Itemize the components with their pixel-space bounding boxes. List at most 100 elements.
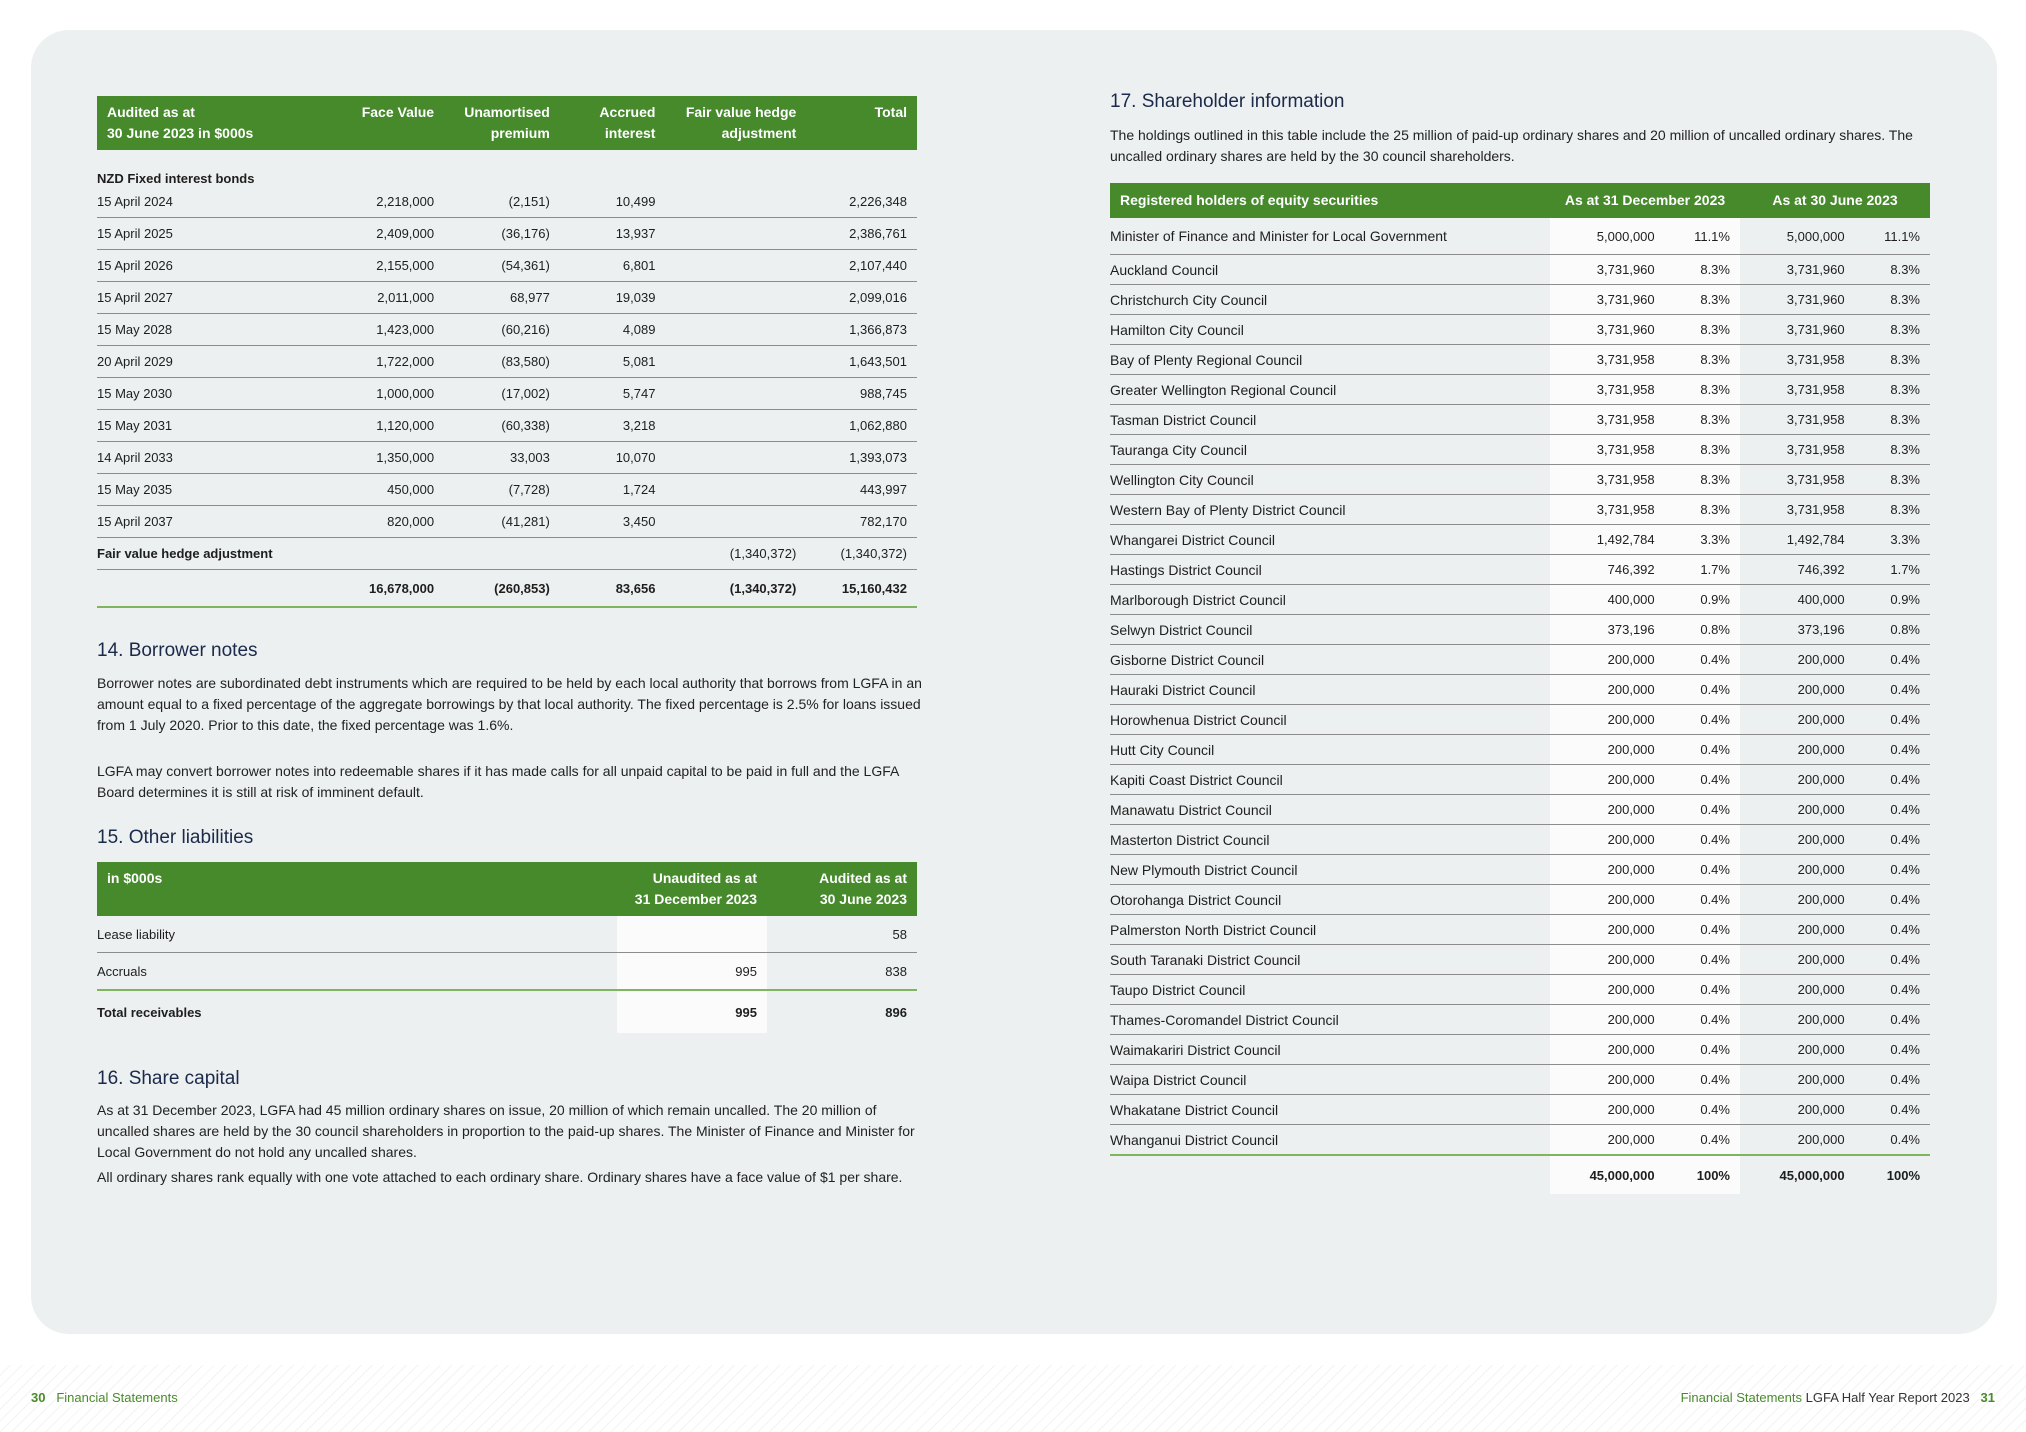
bond-face-value: 1,722,000	[318, 345, 445, 378]
holder-jun-shares: 200,000	[1739, 644, 1855, 675]
shareholder-row: South Taranaki District Council 200,000 0.…	[1110, 944, 1930, 975]
bonds-header-premium: Unamortised premium	[444, 96, 560, 150]
shareholder-row: Thames-Coromandel District Council 200,00…	[1110, 1004, 1930, 1035]
holder-dec-pct: 0.4%	[1664, 734, 1740, 765]
holder-dec-pct: 0.4%	[1664, 824, 1740, 855]
holder-jun-shares: 200,000	[1739, 1034, 1855, 1065]
holder-dec-shares: 200,000	[1550, 854, 1665, 885]
holder-jun-shares: 3,731,958	[1739, 464, 1855, 495]
holder-dec-shares: 373,196	[1550, 614, 1665, 645]
holder-jun-pct: 8.3%	[1854, 374, 1930, 405]
bond-accrued: 5,081	[559, 345, 666, 378]
holder-dec-pct: 8.3%	[1664, 434, 1740, 465]
holder-dec-pct: 0.4%	[1664, 1094, 1740, 1125]
liab-row-accruals: Accruals 995 838	[97, 952, 917, 991]
holder-dec-shares: 200,000	[1550, 1124, 1665, 1156]
other-liabilities-title: 15. Other liabilities	[97, 827, 254, 848]
holder-jun-pct: 8.3%	[1854, 344, 1930, 375]
bond-maturity: 15 April 2027	[97, 281, 319, 314]
bond-premium: (41,281)	[444, 505, 560, 538]
bond-row: 15 April 2025 2,409,000 (36,176) 13,937 2,38…	[97, 217, 917, 250]
holder-dec-pct: 0.4%	[1664, 704, 1740, 735]
holder-dec-shares: 200,000	[1550, 704, 1665, 735]
holder-jun-pct: 0.4%	[1854, 944, 1930, 975]
bond-row: 14 April 2033 1,350,000 33,003 10,070 1,393,…	[97, 441, 917, 474]
holder-name: Selwyn District Council	[1110, 614, 1550, 645]
holder-dec-shares: 200,000	[1550, 884, 1665, 915]
bond-row: 15 April 2024 2,218,000 (2,151) 10,499 2,226…	[97, 186, 917, 218]
bond-total: 2,226,348	[806, 186, 917, 218]
holder-jun-pct: 8.3%	[1854, 254, 1930, 285]
holder-dec-pct: 8.3%	[1664, 494, 1740, 525]
bond-accrued: 3,218	[559, 409, 666, 442]
shareholder-row: Selwyn District Council 373,196 0.8% 373,19…	[1110, 614, 1930, 645]
bond-fv-hedge	[665, 441, 807, 474]
share-header-holder: Registered holders of equity securities	[1110, 183, 1550, 218]
bonds-header-face-value: Face Value	[318, 96, 445, 150]
holder-dec-shares: 3,731,958	[1550, 404, 1665, 435]
holder-dec-pct: 8.3%	[1664, 284, 1740, 315]
liab-label: Lease liability	[97, 916, 617, 953]
holder-dec-shares: 200,000	[1550, 944, 1665, 975]
liab-header-jun: Audited as at 30 June 2023	[767, 862, 917, 916]
holder-dec-shares: 200,000	[1550, 644, 1665, 675]
holder-name: Hutt City Council	[1110, 734, 1550, 765]
holder-dec-pct: 8.3%	[1664, 254, 1740, 285]
holder-dec-shares: 45,000,000	[1550, 1155, 1665, 1194]
holder-name: Western Bay of Plenty District Council	[1110, 494, 1550, 525]
holder-jun-shares: 200,000	[1739, 734, 1855, 765]
holder-jun-shares: 3,731,958	[1739, 344, 1855, 375]
shareholder-row: Waipa District Council 200,000 0.4% 200,000…	[1110, 1064, 1930, 1095]
holder-jun-pct: 0.4%	[1854, 1094, 1930, 1125]
holder-name: Masterton District Council	[1110, 824, 1550, 855]
bond-row: 15 May 2031 1,120,000 (60,338) 3,218 1,062,8…	[97, 409, 917, 442]
holder-dec-shares: 400,000	[1550, 584, 1665, 615]
holder-name: Bay of Plenty Regional Council	[1110, 344, 1550, 375]
shareholder-row: Hamilton City Council 3,731,960 8.3% 3,731,…	[1110, 314, 1930, 345]
holder-jun-shares: 746,392	[1739, 554, 1855, 585]
bond-maturity: 14 April 2033	[97, 441, 319, 474]
holder-dec-pct: 0.4%	[1664, 644, 1740, 675]
footer-left: 30 Financial Statements	[31, 1390, 178, 1405]
bond-accrued: 4,089	[559, 313, 666, 346]
holder-jun-shares: 200,000	[1739, 824, 1855, 855]
holder-jun-shares: 3,731,958	[1739, 434, 1855, 465]
bonds-table: Audited as at 30 June 2023 in $000s Face…	[97, 96, 917, 608]
bond-fv-hedge	[665, 377, 807, 410]
bond-fv-hedge	[665, 409, 807, 442]
bond-fv-hedge	[665, 505, 807, 538]
bond-total: 1,393,073	[806, 441, 917, 474]
holder-dec-pct: 100%	[1664, 1155, 1740, 1194]
holder-jun-shares: 3,731,958	[1739, 374, 1855, 405]
holder-jun-pct: 0.4%	[1854, 884, 1930, 915]
holder-jun-pct: 0.4%	[1854, 794, 1930, 825]
bond-face-value: 2,218,000	[318, 186, 445, 218]
bond-accrued: 6,801	[559, 249, 666, 282]
bond-maturity: 15 May 2035	[97, 473, 319, 506]
liab-header-dec: Unaudited as at 31 December 2023	[617, 862, 767, 916]
bond-maturity: 20 April 2029	[97, 345, 319, 378]
holder-dec-pct: 0.4%	[1664, 854, 1740, 885]
share-capital-p2: All ordinary shares rank equally with on…	[97, 1169, 903, 1185]
bond-premium: (54,361)	[444, 249, 560, 282]
holder-jun-shares: 200,000	[1739, 884, 1855, 915]
bond-accrued: 83,656	[559, 569, 666, 608]
holder-jun-shares: 373,196	[1739, 614, 1855, 645]
holder-dec-pct: 8.3%	[1664, 404, 1740, 435]
holder-jun-shares: 200,000	[1739, 1064, 1855, 1095]
holder-jun-shares: 3,731,960	[1739, 314, 1855, 345]
shareholder-row: Otorohanga District Council 200,000 0.4% 20…	[1110, 884, 1930, 915]
bond-face-value: 820,000	[318, 505, 445, 538]
shareholder-row: Whangarei District Council 1,492,784 3.3% 1…	[1110, 524, 1930, 555]
holder-jun-shares: 3,731,958	[1739, 404, 1855, 435]
holder-dec-shares: 3,731,958	[1550, 374, 1665, 405]
holder-name: Thames-Coromandel District Council	[1110, 1004, 1550, 1035]
shareholder-row: Tasman District Council 3,731,958 8.3% 3,73…	[1110, 404, 1930, 435]
bond-accrued: 3,450	[559, 505, 666, 538]
bond-maturity: 15 April 2025	[97, 217, 319, 250]
shareholders-title: 17. Shareholder information	[1110, 91, 1345, 112]
share-capital-p1: As at 31 December 2023, LGFA had 45 mill…	[97, 1102, 915, 1160]
liab-header-row: in $000s Unaudited as at 31 December 202…	[97, 862, 917, 916]
holder-jun-shares: 5,000,000	[1739, 218, 1855, 255]
bond-face-value: 2,155,000	[318, 249, 445, 282]
